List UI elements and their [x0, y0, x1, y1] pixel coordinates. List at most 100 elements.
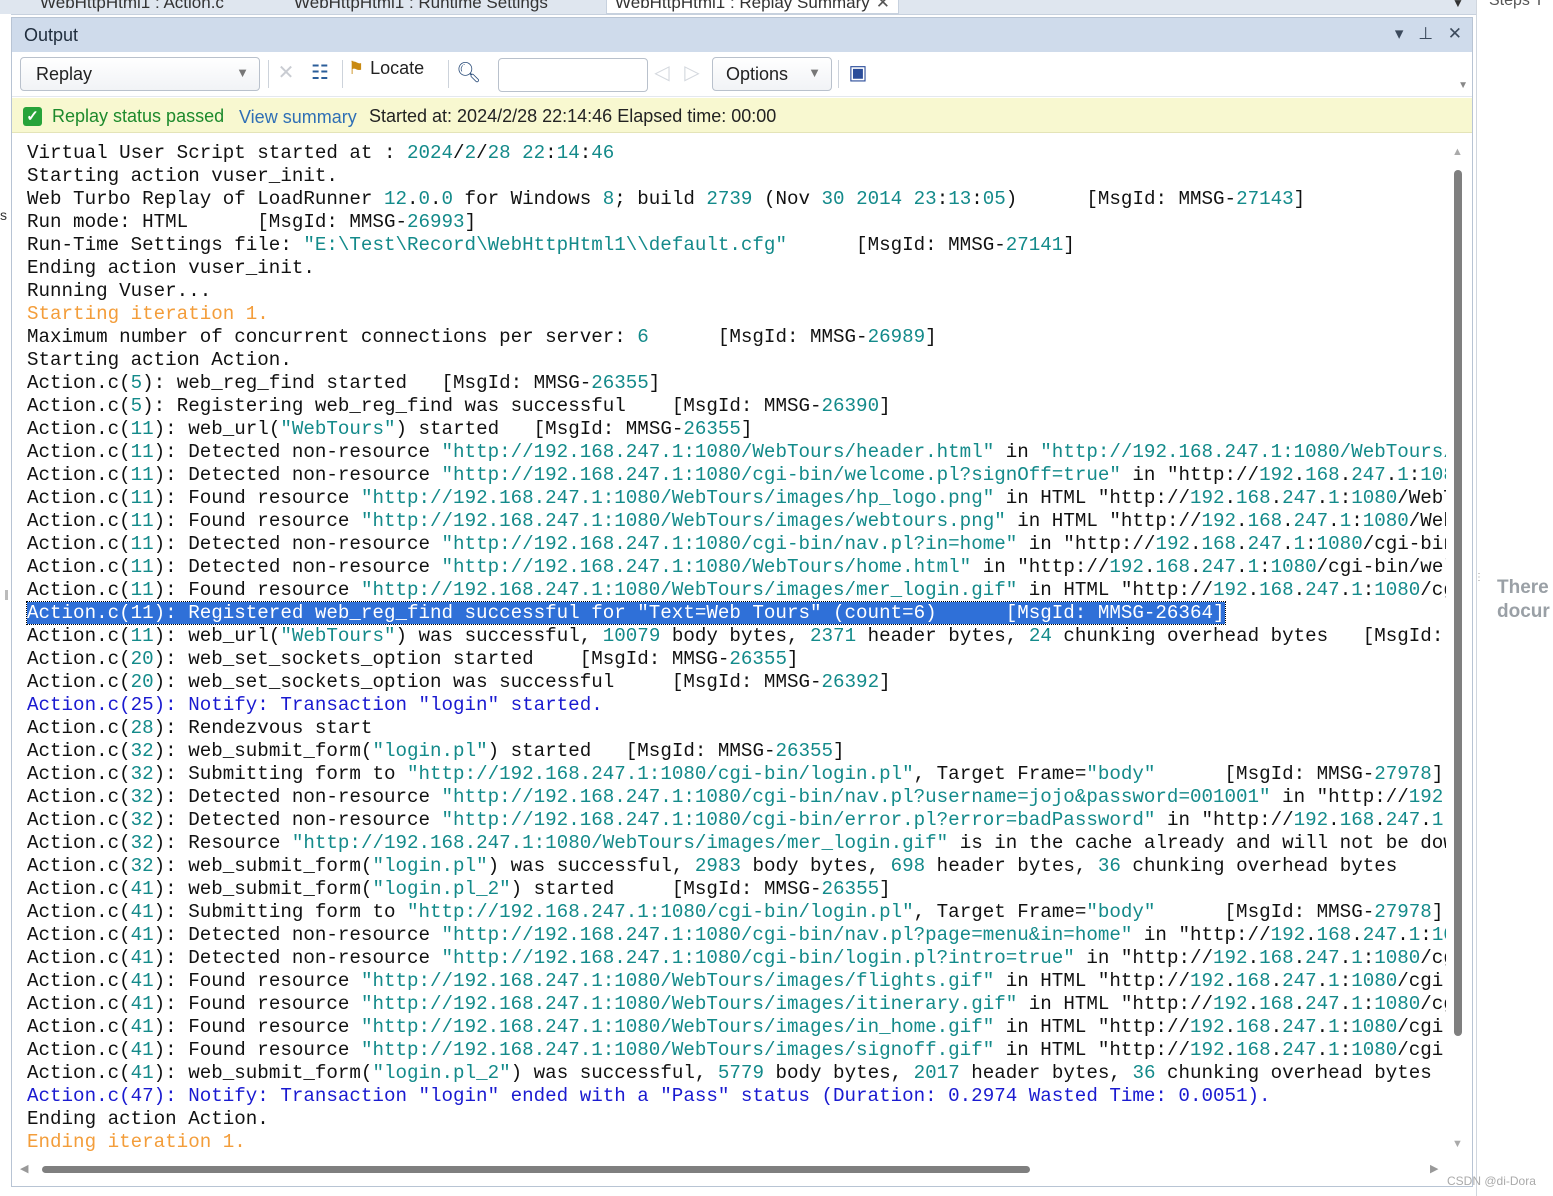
log-line[interactable]: Ending action Action.: [27, 1108, 1446, 1131]
right-panel-hint: There docur: [1497, 576, 1550, 624]
log-line[interactable]: Action.c(20): web_set_sockets_option was…: [27, 671, 1446, 694]
log-line[interactable]: Action.c(11): web_url("WebTours") was su…: [27, 625, 1446, 648]
log-line[interactable]: Action.c(11): web_url("WebTours") starte…: [27, 418, 1446, 441]
log-line[interactable]: Action.c(32): Detected non-resource "htt…: [27, 786, 1446, 809]
log-line[interactable]: Web Turbo Replay of LoadRunner 12.0.0 fo…: [27, 188, 1446, 211]
locate-button[interactable]: ⚑ Locate: [348, 58, 424, 88]
log-output[interactable]: Virtual User Script started at : 2024/2/…: [12, 134, 1446, 1158]
chevron-down-icon[interactable]: ▼: [1458, 80, 1468, 91]
log-line[interactable]: Action.c(41): Submitting form to "http:/…: [27, 901, 1446, 924]
log-line[interactable]: Action.c(25): Notify: Transaction "login…: [27, 694, 1446, 717]
log-line[interactable]: Starting action Action.: [27, 349, 1446, 372]
log-line[interactable]: Action.c(5): web_reg_find started [MsgId…: [27, 372, 1446, 395]
watermark: CSDN @di-Dora: [1447, 1174, 1536, 1188]
chevron-down-icon[interactable]: ▼: [1452, 0, 1464, 10]
close-icon[interactable]: ✕: [1448, 24, 1462, 43]
log-line[interactable]: Running Vuser...: [27, 280, 1446, 303]
log-line[interactable]: Action.c(11): Registered web_reg_find su…: [26, 601, 1446, 625]
clear-icon[interactable]: ✕: [274, 61, 298, 85]
log-line[interactable]: Action.c(32): web_submit_form("login.pl"…: [27, 855, 1446, 878]
view-summary-link[interactable]: View summary: [239, 107, 357, 128]
scroll-up-icon[interactable]: ▲: [1452, 146, 1463, 158]
vertical-scrollbar[interactable]: ▲ ▼: [1448, 136, 1470, 1156]
log-line[interactable]: Maximum number of concurrent connections…: [27, 326, 1446, 349]
scroll-thumb[interactable]: [1454, 170, 1462, 1036]
log-line[interactable]: Action.c(11): Detected non-resource "htt…: [27, 533, 1446, 556]
log-line[interactable]: Action.c(11): Detected non-resource "htt…: [27, 464, 1446, 487]
log-line[interactable]: Action.c(47): Notify: Transaction "login…: [27, 1085, 1446, 1108]
log-line[interactable]: Action.c(11): Detected non-resource "htt…: [27, 441, 1446, 464]
scroll-right-icon[interactable]: ▶: [1430, 1162, 1438, 1175]
log-line[interactable]: Action.c(32): Detected non-resource "htt…: [27, 809, 1446, 832]
log-line[interactable]: Action.c(41): web_submit_form("login.pl_…: [27, 878, 1446, 901]
pin-icon[interactable]: ⊥: [1418, 24, 1433, 43]
hint-line: docur: [1497, 601, 1550, 622]
options-label: Options: [726, 64, 789, 84]
log-line[interactable]: Action.c(11): Found resource "http://192…: [27, 579, 1446, 602]
log-line[interactable]: Action.c(32): Submitting form to "http:/…: [27, 763, 1446, 786]
log-line[interactable]: Action.c(5): Registering web_reg_find wa…: [27, 395, 1446, 418]
search-icon[interactable]: 🔍︎: [456, 61, 481, 85]
log-lines: Virtual User Script started at : 2024/2/…: [26, 142, 1446, 1154]
check-icon: ✓: [23, 107, 42, 126]
panel-controls: ▾ ⊥ ✕: [1385, 24, 1462, 44]
log-line[interactable]: Run mode: HTML [MsgId: MMSG-26993]: [27, 211, 1446, 234]
log-line[interactable]: Ending action vuser_init.: [27, 257, 1446, 280]
log-line[interactable]: Action.c(11): Found resource "http://192…: [27, 487, 1446, 510]
left-strip-text: s: [0, 207, 7, 223]
options-button[interactable]: Options ▼: [712, 57, 832, 91]
splitter-grip[interactable]: ⋮: [1477, 572, 1484, 586]
output-mode-value: Replay: [36, 64, 93, 84]
close-icon[interactable]: ✕: [876, 0, 890, 12]
log-line[interactable]: Action.c(11): Detected non-resource "htt…: [27, 556, 1446, 579]
log-line[interactable]: Action.c(41): Detected non-resource "htt…: [27, 947, 1446, 970]
chevron-down-icon: ▼: [236, 65, 249, 80]
scroll-left-icon[interactable]: ◀: [20, 1162, 28, 1175]
toolbar-divider: [838, 60, 839, 88]
log-line[interactable]: Action.c(32): Resource "http://192.168.2…: [27, 832, 1446, 855]
replay-status-text: Replay status passed: [52, 106, 225, 126]
splitter-grip[interactable]: [5, 590, 8, 600]
log-line[interactable]: Run-Time Settings file: "E:\Test\Record\…: [27, 234, 1446, 257]
horizontal-scrollbar[interactable]: ◀ ▶: [12, 1159, 1446, 1181]
log-line[interactable]: Ending iteration 1.: [27, 1131, 1446, 1154]
previous-icon[interactable]: ◁: [650, 61, 674, 85]
output-mode-select[interactable]: Replay ▼: [20, 57, 260, 91]
tab-label: WebHttpHtml1 : Runtime Settings: [294, 0, 548, 12]
log-line[interactable]: Virtual User Script started at : 2024/2/…: [27, 142, 1446, 165]
save-icon[interactable]: ▣: [846, 61, 870, 85]
search-input[interactable]: [498, 58, 648, 92]
word-wrap-icon[interactable]: ☷: [308, 61, 332, 85]
tab-label: WebHttpHtml1 : Action.c: [40, 0, 224, 12]
scroll-down-icon[interactable]: ▼: [1452, 1138, 1463, 1150]
log-line[interactable]: Starting action vuser_init.: [27, 165, 1446, 188]
log-line[interactable]: Action.c(41): Found resource "http://192…: [27, 1016, 1446, 1039]
log-line[interactable]: Action.c(41): Found resource "http://192…: [27, 1039, 1446, 1062]
log-line[interactable]: Action.c(32): web_submit_form("login.pl"…: [27, 740, 1446, 763]
locate-label: Locate: [370, 58, 425, 78]
scroll-thumb[interactable]: [42, 1166, 1030, 1173]
log-line[interactable]: Action.c(11): Found resource "http://192…: [27, 510, 1446, 533]
tab-action-c[interactable]: WebHttpHtml1 : Action.c: [40, 0, 224, 13]
log-line[interactable]: Action.c(41): Found resource "http://192…: [27, 970, 1446, 993]
toolbar-divider: [448, 60, 449, 88]
output-panel: Output ▾ ⊥ ✕ Replay ▼ ✕ ☷ ⚑ Locate 🔍︎ ◁ ▷…: [11, 17, 1473, 1187]
log-line[interactable]: Action.c(41): Found resource "http://192…: [27, 993, 1446, 1016]
log-line[interactable]: Action.c(20): web_set_sockets_option sta…: [27, 648, 1446, 671]
log-line[interactable]: Action.c(41): Detected non-resource "htt…: [27, 924, 1446, 947]
output-toolbar: Replay ▼ ✕ ☷ ⚑ Locate 🔍︎ ◁ ▷ Options ▼ ▣ …: [12, 52, 1472, 97]
tab-label: WebHttpHtml1 : Replay Summary: [615, 0, 870, 12]
next-icon[interactable]: ▷: [680, 61, 704, 85]
tab-runtime-settings[interactable]: WebHttpHtml1 : Runtime Settings: [294, 0, 548, 13]
log-line[interactable]: Starting iteration 1.: [27, 303, 1446, 326]
toolbar-divider: [342, 60, 343, 88]
left-strip: s: [0, 14, 11, 1196]
steps-toolbox-label[interactable]: Steps T: [1489, 0, 1544, 10]
log-line[interactable]: Action.c(41): web_submit_form("login.pl_…: [27, 1062, 1446, 1085]
dropdown-icon[interactable]: ▾: [1395, 24, 1404, 43]
log-line[interactable]: Action.c(28): Rendezvous start: [27, 717, 1446, 740]
panel-header: Output ▾ ⊥ ✕: [12, 18, 1472, 52]
tab-replay-summary[interactable]: WebHttpHtml1 : Replay Summary ✕: [606, 0, 900, 14]
panel-title: Output: [24, 25, 79, 45]
right-side-panel: ⋮ Steps T There docur: [1476, 0, 1553, 1196]
